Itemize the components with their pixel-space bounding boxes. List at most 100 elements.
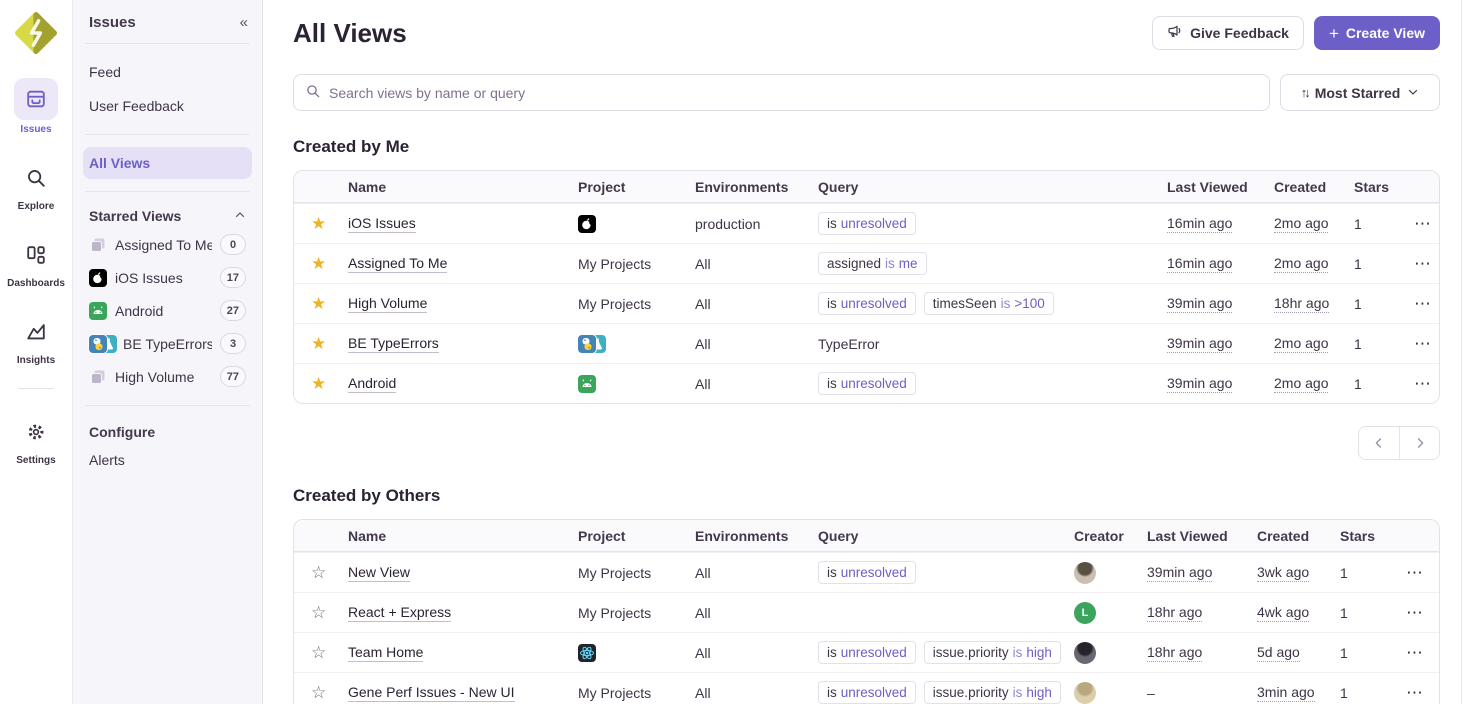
view-row: ☆Gene Perf Issues - New UIMy ProjectsAll… — [294, 672, 1439, 704]
dashboards-icon — [14, 236, 58, 274]
stars-count: 1 — [1342, 216, 1400, 232]
sidebar-item-user-feedback[interactable]: User Feedback — [83, 90, 252, 122]
previous-page-button[interactable] — [1359, 427, 1399, 459]
scrollbar-track[interactable] — [1461, 0, 1471, 704]
view-name-link[interactable]: High Volume — [348, 295, 427, 313]
star-outline-icon[interactable]: ☆ — [294, 603, 336, 623]
query-token-pill: issue.priorityishigh — [924, 641, 1061, 664]
created-value: 18hr ago — [1274, 295, 1329, 313]
column-header-created: Created — [1245, 528, 1328, 544]
created-value: 2mo ago — [1274, 255, 1328, 273]
row-menu-button[interactable]: ⋯ — [1392, 603, 1439, 623]
create-view-button[interactable]: + Create View — [1314, 16, 1440, 50]
starred-view-assigned-to-me[interactable]: Assigned To Me0 — [83, 228, 252, 261]
sidebar-item-feed[interactable]: Feed — [83, 56, 252, 88]
row-menu-button[interactable]: ⋯ — [1400, 214, 1439, 234]
search-icon — [305, 83, 321, 102]
rail-item-insights[interactable]: Insights — [14, 313, 58, 366]
sort-dropdown[interactable]: ↑↓ Most Starred — [1280, 74, 1440, 111]
apple-icon — [89, 269, 107, 287]
views-table: NameProjectEnvironmentsQueryLast ViewedC… — [293, 170, 1440, 404]
row-menu-button[interactable]: ⋯ — [1392, 643, 1439, 663]
query-token: unresolved — [841, 216, 907, 231]
rail-item-label: Dashboards — [7, 278, 65, 289]
column-header-query: Query — [806, 179, 1155, 195]
sentry-logo[interactable] — [15, 12, 57, 54]
row-menu-button[interactable]: ⋯ — [1392, 563, 1439, 583]
last-viewed-value: 18hr ago — [1147, 644, 1202, 662]
starred-view-ios-issues[interactable]: iOS Issues17 — [83, 261, 252, 294]
row-menu-button[interactable]: ⋯ — [1400, 334, 1439, 354]
rail-item-issues[interactable]: Issues — [14, 78, 58, 135]
starred-view-android[interactable]: Android27 — [83, 294, 252, 327]
stars-count: 1 — [1328, 645, 1392, 661]
creator-avatar — [1074, 682, 1096, 704]
project-cell — [566, 215, 683, 233]
row-menu-button[interactable]: ⋯ — [1400, 374, 1439, 394]
view-name-link[interactable]: Team Home — [348, 644, 423, 662]
collapse-sidebar-icon[interactable]: « — [240, 14, 246, 31]
starred-view-high-volume[interactable]: High Volume77 — [83, 360, 252, 393]
chevron-down-icon — [1407, 85, 1419, 101]
query-token: is — [827, 216, 837, 231]
star-outline-icon[interactable]: ☆ — [294, 563, 336, 583]
project-label: My Projects — [578, 256, 651, 272]
rail-item-explore[interactable]: Explore — [14, 159, 58, 212]
project-cell: My Projects — [566, 296, 683, 312]
divider — [85, 134, 250, 135]
view-name-link[interactable]: New View — [348, 564, 410, 582]
column-header-environments: Environments — [683, 528, 806, 544]
row-menu-button[interactable]: ⋯ — [1400, 294, 1439, 314]
insights-icon — [14, 313, 58, 351]
star-filled-icon[interactable]: ★ — [294, 374, 336, 394]
star-filled-icon[interactable]: ★ — [294, 214, 336, 234]
star-filled-icon[interactable]: ★ — [294, 334, 336, 354]
view-name-link[interactable]: React + Express — [348, 604, 451, 622]
rail-item-label: Insights — [17, 355, 55, 366]
search-input[interactable] — [329, 85, 1258, 101]
section-heading: Created by Others — [293, 486, 1440, 506]
project-icon-pair — [89, 335, 115, 353]
environments-cell: All — [683, 605, 806, 621]
query-token: is — [827, 296, 837, 311]
column-header-stars: Stars — [1342, 179, 1400, 195]
project-label: My Projects — [578, 685, 651, 701]
star-filled-icon[interactable]: ★ — [294, 254, 336, 274]
starred-view-be-typeerrors[interactable]: BE TypeErrors3 — [83, 327, 252, 360]
view-name-link[interactable]: Assigned To Me — [348, 255, 447, 273]
sort-icon: ↑↓ — [1301, 85, 1308, 100]
view-name-link[interactable]: iOS Issues — [348, 215, 416, 233]
project-cell — [566, 335, 683, 353]
query-token-pill: assignedisme — [818, 252, 927, 275]
chevron-up-icon[interactable] — [234, 208, 246, 224]
created-value: 3min ago — [1257, 684, 1315, 702]
row-menu-button[interactable]: ⋯ — [1400, 254, 1439, 274]
environments-cell: All — [683, 336, 806, 352]
rail-item-dashboards[interactable]: Dashboards — [7, 236, 65, 289]
view-name-link[interactable]: Android — [348, 375, 396, 393]
starred-view-label: Assigned To Me — [115, 237, 212, 253]
last-viewed-value: 39min ago — [1167, 295, 1232, 313]
view-name-link[interactable]: BE TypeErrors — [348, 335, 439, 353]
star-outline-icon[interactable]: ☆ — [294, 643, 336, 663]
issue-count-badge: 17 — [220, 267, 246, 288]
query-token-pill: isunresolved — [818, 292, 916, 315]
stars-count: 1 — [1328, 565, 1392, 581]
sidebar-item-alerts[interactable]: Alerts — [83, 444, 252, 476]
starred-view-label: BE TypeErrors — [123, 336, 212, 352]
row-menu-button[interactable]: ⋯ — [1392, 683, 1439, 703]
settings-icon — [14, 413, 58, 451]
last-viewed-value: 16min ago — [1167, 215, 1232, 233]
query-token: high — [1026, 685, 1052, 700]
view-name-link[interactable]: Gene Perf Issues - New UI — [348, 684, 515, 702]
give-feedback-button[interactable]: Give Feedback — [1152, 16, 1304, 50]
star-filled-icon[interactable]: ★ — [294, 294, 336, 314]
star-outline-icon[interactable]: ☆ — [294, 683, 336, 703]
query-cell: isunresolved — [806, 561, 1062, 584]
query-cell: isunresolvedtimesSeenis>100 — [806, 292, 1155, 315]
starred-view-label: Android — [115, 303, 212, 319]
sidebar-item-all-views[interactable]: All Views — [83, 147, 252, 179]
creator-avatar — [1074, 562, 1096, 584]
rail-item-settings[interactable]: Settings — [14, 413, 58, 466]
next-page-button[interactable] — [1399, 427, 1439, 459]
